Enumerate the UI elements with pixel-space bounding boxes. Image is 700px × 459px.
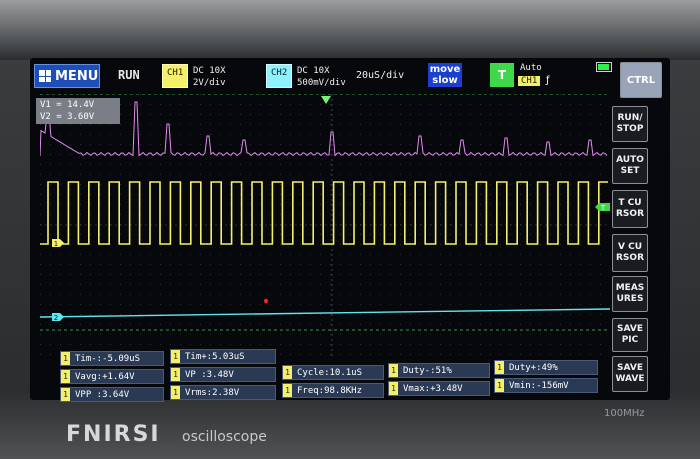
menu-button[interactable]: MENU (34, 64, 100, 88)
measure-value: Freq:98.8KHz (297, 385, 363, 396)
measure-value: Duty-:51% (403, 365, 452, 376)
voltage-cursor-readout: V1 = 14.4V V2 = 3.60V (36, 98, 120, 124)
ch1-marker-label: 1 (54, 240, 58, 248)
battery-icon (596, 62, 612, 72)
trigger-source: CH1 (518, 76, 541, 86)
measure-tim-plus[interactable]: 1 Tim+:5.03uS (170, 349, 276, 364)
menu-label: MENU (55, 68, 99, 84)
measure-ch-tag: 1 (283, 384, 292, 397)
measure-value: Vavg:+1.64V (75, 371, 135, 382)
run-stop-button[interactable]: RUN/STOP (612, 106, 648, 142)
bandwidth-label: 100MHz (604, 408, 645, 419)
save-pic-label-2: PIC (621, 335, 639, 345)
measure-vavg[interactable]: 1 Vavg:+1.64V (60, 369, 164, 384)
save-wave-label-1: SAVE (617, 363, 643, 373)
ch2-marker-label: 2 (54, 314, 58, 322)
t-cursor-button[interactable]: T CU RSOR (612, 190, 648, 228)
save-wave-button[interactable]: SAVE WAVE (612, 356, 648, 392)
ch1-badge[interactable]: CH1 (162, 64, 188, 88)
save-pic-label-1: SAVE (617, 324, 643, 334)
save-pic-button[interactable]: SAVE PIC (612, 318, 648, 352)
measures-label-1: MEAS (615, 283, 645, 293)
auto-set-label-2: SET (620, 166, 640, 176)
measure-ch-tag: 1 (61, 352, 70, 365)
measures-button[interactable]: MEAS URES (612, 276, 648, 312)
run-state: RUN (118, 68, 140, 82)
trigger-mode: Auto (520, 63, 542, 73)
menu-grid-icon (39, 70, 51, 82)
measure-ch-tag: 1 (171, 386, 180, 399)
measure-value: Cycle:10.1uS (297, 367, 363, 378)
rising-edge-icon: ƒ (546, 75, 550, 86)
measure-vmax[interactable]: 1 Vmax:+3.48V (388, 381, 490, 396)
device-top-edge (0, 0, 700, 60)
measure-duty-minus[interactable]: 1 Duty-:51% (388, 363, 490, 378)
ch1-coupling: DC 10X (193, 66, 226, 76)
cursor-v2: V2 = 3.60V (40, 112, 95, 122)
measure-duty-plus[interactable]: 1 Duty+:49% (494, 360, 598, 375)
measure-vrms[interactable]: 1 Vrms:2.38V (170, 385, 276, 400)
measure-ch-tag: 1 (171, 368, 180, 381)
measure-value: Vmax:+3.48V (403, 383, 463, 394)
ch1-scale: 2V/div (193, 78, 226, 88)
measure-vmin[interactable]: 1 Vmin:-156mV (494, 378, 598, 393)
measure-ch-tag: 1 (283, 366, 292, 379)
measure-ch-tag: 1 (495, 361, 504, 374)
auto-set-label-1: AUTO (616, 155, 644, 165)
run-stop-label-1: RUN/ (617, 113, 643, 123)
measure-vp[interactable]: 1 VP :3.48V (170, 367, 276, 382)
measure-value: VPP :3.64V (75, 389, 130, 400)
auto-set-button[interactable]: AUTO SET (612, 148, 648, 184)
t-cursor-label-1: T CU (618, 198, 642, 208)
move-speed-button[interactable]: move slow (428, 63, 462, 87)
waveform-plot[interactable]: 1 2 T (40, 94, 610, 356)
measure-ch-tag: 1 (389, 364, 398, 377)
measure-value: Tim-:-5.09uS (75, 353, 141, 364)
measure-ch-tag: 1 (171, 350, 180, 363)
model-label: oscilloscope (182, 429, 267, 445)
timebase: 20uS/div (356, 70, 405, 81)
measure-ch-tag: 1 (61, 388, 70, 401)
measure-value: Tim+:5.03uS (185, 351, 245, 362)
ch2-badge[interactable]: CH2 (266, 64, 292, 88)
ctrl-label: CTRL (626, 74, 656, 86)
cursor-v1: V1 = 14.4V (40, 100, 95, 110)
measures-label-2: URES (616, 294, 644, 304)
ch2-scale: 500mV/div (297, 78, 346, 88)
red-dot (263, 298, 269, 304)
trigger-level-label: T (600, 204, 606, 212)
measure-value: VP :3.48V (185, 369, 234, 380)
move-speed: slow (432, 75, 458, 86)
measure-ch-tag: 1 (495, 379, 504, 392)
ctrl-button[interactable]: CTRL (620, 62, 662, 98)
save-wave-label-2: WAVE (615, 374, 645, 384)
measure-ch-tag: 1 (61, 370, 70, 383)
measure-cycle[interactable]: 1 Cycle:10.1uS (282, 365, 384, 380)
measure-tim-minus[interactable]: 1 Tim-:-5.09uS (60, 351, 164, 366)
measure-value: Vrms:2.38V (185, 387, 240, 398)
measure-value: Duty+:49% (509, 362, 558, 373)
v-cursor-label-1: V CU (617, 242, 642, 252)
trigger-badge[interactable]: T (490, 63, 514, 87)
measure-freq[interactable]: 1 Freq:98.8KHz (282, 383, 384, 398)
measure-value: Vmin:-156mV (509, 380, 569, 391)
run-stop-label-2: STOP (616, 124, 644, 134)
v-cursor-button[interactable]: V CU RSOR (612, 234, 648, 272)
measure-vpp[interactable]: 1 VPP :3.64V (60, 387, 164, 402)
t-cursor-label-2: RSOR (616, 209, 644, 219)
brand-logo: FNIRSI (66, 422, 161, 447)
measure-ch-tag: 1 (389, 382, 398, 395)
move-label: move (429, 64, 461, 75)
v-cursor-label-2: RSOR (616, 253, 644, 263)
ch2-coupling: DC 10X (297, 66, 330, 76)
